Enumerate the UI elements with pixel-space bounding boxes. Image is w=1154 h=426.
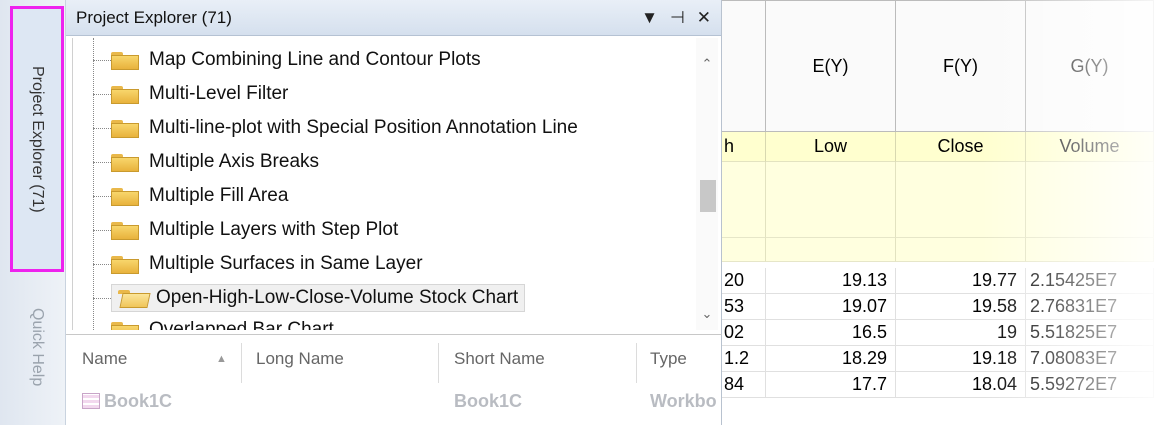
column-header-type[interactable]: Type (650, 349, 687, 369)
tree-item[interactable]: Map Combining Line and Contour Plots (93, 44, 481, 76)
sort-ascending-icon: ▲ (216, 353, 227, 365)
column-header[interactable]: G(Y) (1026, 0, 1154, 132)
folder-icon (111, 84, 139, 104)
list-item-type: Workbo (650, 391, 717, 411)
long-name-cell[interactable]: Low (766, 132, 896, 162)
data-cell[interactable]: 53 (722, 294, 766, 320)
tree-item-label: Multi-line-plot with Special Position An… (149, 117, 578, 138)
worksheet-column[interactable]: F(Y) Close 19.77 19.58 19 19.18 18.04 (896, 0, 1026, 425)
folder-icon (111, 254, 139, 274)
tree-item[interactable]: Multi-Level Filter (93, 78, 288, 110)
column-header-short-name[interactable]: Short Name (454, 349, 545, 369)
data-cell[interactable]: 19.58 (896, 294, 1026, 320)
folder-tree: Map Combining Line and Contour Plots Mul… (72, 38, 696, 330)
dropdown-icon[interactable]: ▼ (641, 8, 658, 28)
tree-item[interactable]: Multiple Surfaces in Same Layer (93, 248, 423, 280)
tree-item-label: Multiple Surfaces in Same Layer (149, 253, 423, 274)
column-header[interactable]: E(Y) (766, 0, 896, 132)
tree-scrollbar[interactable]: ⌃ ⌄ (696, 38, 718, 330)
panel-controls: ▼ ⊣ ✕ (641, 8, 711, 28)
folder-icon (111, 186, 139, 206)
tree-item[interactable]: Multi-line-plot with Special Position An… (93, 112, 578, 144)
tree-item-label: Map Combining Line and Contour Plots (149, 49, 481, 70)
column-header-long-name[interactable]: Long Name (256, 349, 344, 369)
tab-quick-help-label: Quick Help (29, 308, 46, 387)
data-cell[interactable]: 84 (722, 372, 766, 398)
data-cell[interactable]: 16.5 (766, 320, 896, 346)
tree-item[interactable]: Overlapped Bar Chart (93, 314, 334, 330)
scroll-thumb[interactable] (700, 180, 716, 212)
folder-icon (111, 220, 139, 240)
column-header-name[interactable]: Name (82, 349, 127, 369)
folder-icon (111, 152, 139, 172)
tree-item-selected[interactable]: Open-High-Low-Close-Volume Stock Chart (93, 282, 526, 314)
data-cell[interactable]: 7.08083E7 (1026, 346, 1154, 372)
open-folder-icon (118, 288, 151, 308)
close-icon[interactable]: ✕ (697, 8, 711, 28)
folder-icon (111, 320, 139, 330)
tree-item-label: Multiple Axis Breaks (149, 151, 320, 172)
side-tab-strip: Project Explorer (71) Quick Help (0, 0, 66, 425)
data-cell[interactable]: 17.7 (766, 372, 896, 398)
column-header[interactable] (722, 0, 766, 132)
folder-icon (111, 50, 139, 70)
project-explorer-panel: Project Explorer (71) ▼ ⊣ ✕ Map Combinin… (66, 0, 722, 425)
data-cell[interactable]: 20 (722, 268, 766, 294)
tree-item[interactable]: Multiple Layers with Step Plot (93, 214, 398, 246)
worksheet: h 20 53 02 1.2 84 E(Y) Low 19.13 19.07 1… (722, 0, 1154, 425)
worksheet-column[interactable]: E(Y) Low 19.13 19.07 16.5 18.29 17.7 (766, 0, 896, 425)
list-item-name: Book1C (104, 391, 173, 411)
tab-project-explorer[interactable]: Project Explorer (71) (10, 6, 64, 272)
folder-icon (111, 118, 139, 138)
tab-project-explorer-label: Project Explorer (71) (29, 65, 46, 213)
data-cell[interactable]: 18.04 (896, 372, 1026, 398)
tree-item-label: Overlapped Bar Chart (149, 319, 334, 330)
tree-item-label: Multiple Fill Area (149, 185, 289, 206)
tree-item-label: Multi-Level Filter (149, 83, 289, 104)
data-cell[interactable]: 1.2 (722, 346, 766, 372)
list-item[interactable]: Book1C (82, 391, 172, 412)
data-cell[interactable]: 2.15425E7 (1026, 268, 1154, 294)
worksheet-column[interactable]: G(Y) Volume 2.15425E7 2.76831E7 5.51825E… (1026, 0, 1154, 425)
data-cell[interactable]: 18.29 (766, 346, 896, 372)
data-cell[interactable]: 19.13 (766, 268, 896, 294)
tab-quick-help[interactable]: Quick Help (10, 296, 64, 426)
list-item-short-name: Book1C (454, 391, 523, 411)
data-cell[interactable]: 19.77 (896, 268, 1026, 294)
pin-icon[interactable]: ⊣ (670, 8, 685, 28)
long-name-cell[interactable]: Close (896, 132, 1026, 162)
tree-item-label: Multiple Layers with Step Plot (149, 219, 399, 240)
item-list-view: Name ▲ Long Name Short Name Type Book1C … (66, 334, 722, 425)
workbook-icon (82, 393, 100, 409)
data-cell[interactable]: 5.51825E7 (1026, 320, 1154, 346)
scroll-up-icon[interactable]: ⌃ (696, 54, 718, 74)
tree-item[interactable]: Multiple Axis Breaks (93, 146, 319, 178)
panel-titlebar: Project Explorer (71) ▼ ⊣ ✕ (66, 0, 721, 36)
long-name-cell[interactable]: Volume (1026, 132, 1154, 162)
panel-title: Project Explorer (71) (76, 7, 232, 27)
data-cell[interactable]: 19.18 (896, 346, 1026, 372)
tree-item[interactable]: Multiple Fill Area (93, 180, 288, 212)
data-cell[interactable]: 02 (722, 320, 766, 346)
column-header[interactable]: F(Y) (896, 0, 1026, 132)
data-cell[interactable]: 2.76831E7 (1026, 294, 1154, 320)
data-cell[interactable]: 5.59272E7 (1026, 372, 1154, 398)
data-cell[interactable]: 19.07 (766, 294, 896, 320)
long-name-cell[interactable]: h (722, 132, 766, 162)
scroll-down-icon[interactable]: ⌄ (696, 304, 718, 324)
worksheet-column[interactable]: h 20 53 02 1.2 84 (722, 0, 766, 425)
tree-item-label: Open-High-Low-Close-Volume Stock Chart (156, 287, 519, 308)
data-cell[interactable]: 19 (896, 320, 1026, 346)
